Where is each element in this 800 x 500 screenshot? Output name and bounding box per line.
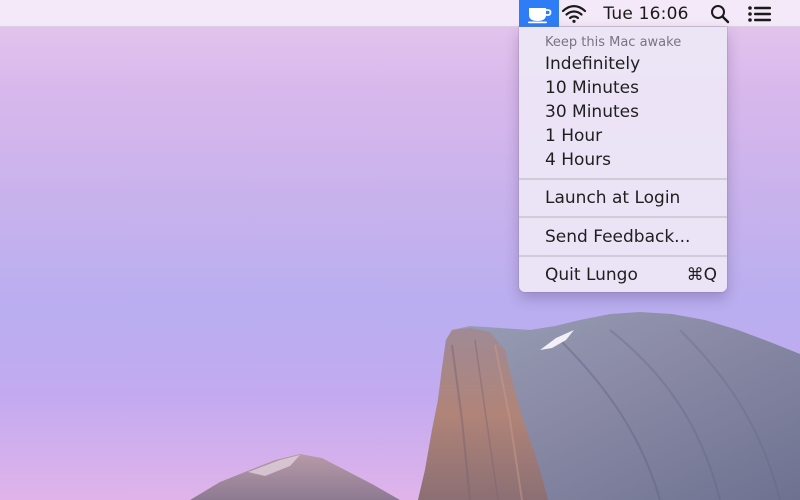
menu-item-send-feedback[interactable]: Send Feedback...	[545, 226, 717, 248]
menu-separator	[519, 216, 727, 219]
wifi-icon[interactable]	[558, 0, 590, 27]
cup-icon	[528, 7, 552, 23]
notification-center-icon[interactable]	[744, 0, 776, 27]
lungo-menu: Keep this Mac awake Indefinitely 10 Minu…	[519, 27, 727, 292]
menu-bar: Tue 16:06	[0, 0, 800, 27]
quit-shortcut: ⌘Q	[686, 265, 717, 285]
menu-separator	[519, 255, 727, 258]
menu-item-4-hours[interactable]: 4 Hours	[545, 149, 717, 171]
menu-item-launch-at-login[interactable]: Launch at Login	[545, 187, 717, 209]
menu-item-10-minutes[interactable]: 10 Minutes	[545, 77, 717, 99]
search-icon[interactable]	[706, 0, 734, 27]
menu-separator	[519, 178, 727, 181]
desktop: Tue 16:06 Keep this Mac awake Indefinite…	[0, 0, 800, 500]
menu-item-indefinitely[interactable]: Indefinitely	[545, 53, 717, 75]
menu-item-1-hour[interactable]: 1 Hour	[545, 125, 717, 147]
lungo-cup-icon[interactable]	[519, 0, 559, 27]
menu-section-header: Keep this Mac awake	[545, 35, 682, 50]
menubar-clock[interactable]: Tue 16:06	[598, 0, 694, 27]
menu-item-30-minutes[interactable]: 30 Minutes	[545, 101, 717, 123]
